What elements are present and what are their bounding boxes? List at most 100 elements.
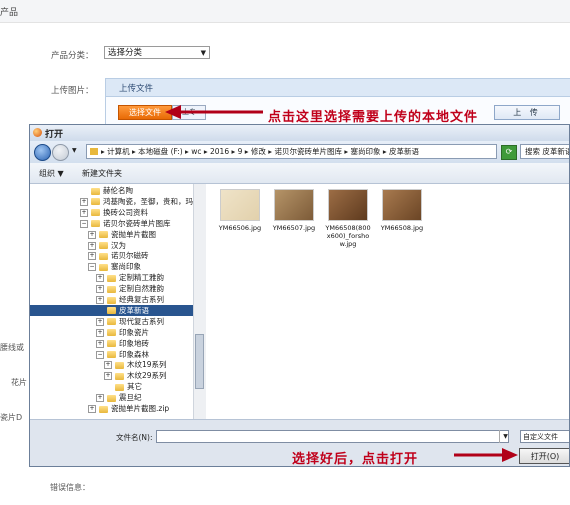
tree-item-label: 塞尚印象 — [111, 262, 141, 272]
new-folder-button[interactable]: 新建文件夹 — [82, 168, 122, 179]
folder-icon — [91, 209, 100, 217]
folder-icon — [115, 383, 124, 391]
expand-toggle-icon[interactable]: + — [96, 285, 104, 294]
tree-item[interactable]: + 瓷抛单片截图 — [88, 229, 156, 240]
tree-item[interactable]: 赫伦名陶 — [80, 185, 133, 196]
scrollbar-thumb[interactable] — [195, 334, 204, 389]
image-thumbnail — [382, 189, 422, 221]
back-icon[interactable] — [34, 144, 51, 161]
tree-item[interactable]: + 印象地砖 — [96, 338, 149, 349]
tree-item[interactable]: + 诺贝尔磁砖 — [88, 250, 149, 261]
expand-toggle-icon[interactable]: − — [80, 219, 88, 228]
folder-icon — [107, 274, 116, 282]
tree-item[interactable]: + 木纹19系列 — [104, 359, 167, 370]
folder-icon — [99, 263, 108, 271]
forward-icon[interactable] — [52, 144, 69, 161]
expand-toggle-icon[interactable]: + — [96, 339, 104, 348]
arrow-left-icon — [165, 105, 263, 119]
breadcrumb[interactable]: ▸ 计算机 ▸ 本地磁盘 (F:) ▸ wc ▸ 2016 ▸ 9 ▸ 修改 ▸… — [86, 144, 497, 159]
expand-toggle-icon[interactable]: + — [88, 230, 96, 239]
annotation-top: 点击这里选择需要上传的本地文件 — [268, 110, 479, 125]
folder-icon — [107, 394, 116, 402]
upload-label: 上传图片： — [51, 86, 94, 96]
tree-item-label: 木纹29系列 — [127, 371, 167, 381]
filename-dropdown-icon[interactable]: ▼ — [499, 430, 511, 443]
expand-toggle-icon[interactable]: + — [96, 317, 104, 326]
folder-icon — [115, 372, 124, 380]
filename-label: 文件名(N): — [116, 433, 153, 442]
folder-icon — [99, 252, 108, 260]
tree-item[interactable]: + 经典复古系列 — [96, 294, 164, 305]
expand-toggle-icon[interactable]: − — [88, 263, 96, 272]
expand-toggle-icon[interactable]: + — [88, 241, 96, 250]
tree-item-label: 赫伦名陶 — [103, 186, 133, 195]
tree-item[interactable]: + 木纹29系列 — [104, 370, 167, 381]
tree-scrollbar[interactable] — [193, 184, 206, 419]
image-thumbnail — [328, 189, 368, 221]
open-file-dialog: 打开 ▼ ▸ 计算机 ▸ 本地磁盘 (F:) ▸ wc ▸ 2016 ▸ 9 ▸… — [29, 124, 570, 467]
expand-toggle-icon[interactable]: + — [104, 372, 112, 381]
folder-icon — [99, 242, 108, 249]
tree-item[interactable]: + 换砖公司资料 — [80, 207, 148, 218]
tree-item[interactable]: + 汉为 — [88, 240, 126, 251]
tree-item[interactable]: + 瓷抛单片截图.zip — [88, 403, 169, 414]
search-input[interactable]: 搜索 皮革新语 — [520, 144, 569, 159]
dialog-titlebar: 打开 — [30, 125, 569, 141]
folder-tree: 赫伦名陶 + 鸿基陶瓷，圣御，贵和，玛 + 换砖公司资料 − 诺贝尔瓷砖单片图库 + 瓷抛单片截… — [30, 184, 205, 419]
folder-icon — [107, 318, 116, 326]
tree-item[interactable]: − 塞尚印象 — [88, 261, 141, 272]
tree-item[interactable]: + 鸿基陶瓷，圣御，贵和，玛 — [80, 196, 193, 207]
organize-button[interactable]: 组织 ▼ — [39, 168, 64, 179]
expand-toggle-icon[interactable]: + — [104, 361, 112, 370]
file-name: YM66508(800x600)_forshow.jpg — [325, 224, 371, 248]
tree-item-label: 经典复古系列 — [119, 295, 164, 304]
chrome-icon — [33, 128, 42, 137]
tree-item-label: 印象森林 — [119, 349, 149, 359]
refresh-icon[interactable]: ⟳ — [501, 145, 517, 160]
file-item[interactable]: YM66508(800x600)_forshow.jpg — [324, 189, 372, 248]
expand-toggle-icon[interactable]: + — [96, 394, 104, 403]
expand-toggle-icon[interactable]: − — [96, 350, 104, 359]
select-file-button[interactable]: 选择文件 — [118, 105, 172, 120]
dialog-title: 打开 — [45, 130, 64, 140]
upload-button[interactable]: 上 传 — [494, 105, 560, 120]
tree-item[interactable]: 其它 — [104, 381, 142, 392]
filename-input[interactable] — [156, 430, 509, 443]
tree-item[interactable]: + 现代复古系列 — [96, 316, 164, 327]
open-button[interactable]: 打开(O) — [519, 448, 569, 464]
error-label: 错误信息： — [50, 483, 90, 492]
tree-item-label: 定制精工雅韵 — [119, 273, 164, 283]
dialog-toolbar: 组织 ▼ 新建文件夹 — [30, 163, 569, 184]
file-item[interactable]: YM66506.jpg — [216, 189, 264, 232]
tree-item-label: 诺贝尔磁砖 — [111, 251, 149, 261]
expand-toggle-icon[interactable]: + — [88, 405, 96, 413]
tree-item-label: 皮革新语 — [119, 305, 149, 315]
tree-item[interactable]: + 印象瓷片 — [96, 327, 149, 338]
tree-item[interactable]: − 诺贝尔瓷砖单片图库 — [80, 218, 171, 229]
image-thumbnail — [220, 189, 260, 221]
file-item[interactable]: YM66508.jpg — [378, 189, 426, 232]
category-select[interactable]: 选择分类 ▼ — [104, 46, 210, 59]
file-name: YM66508.jpg — [380, 224, 424, 232]
tree-item-label: 汉为 — [111, 240, 126, 250]
expand-toggle-icon[interactable]: + — [88, 252, 96, 261]
chevron-down-icon: ▼ — [200, 49, 206, 57]
tree-item[interactable]: + 震旦纪 — [96, 392, 142, 403]
expand-toggle-icon[interactable]: + — [80, 208, 88, 217]
expand-toggle-icon[interactable]: + — [96, 328, 104, 337]
tree-item-selected[interactable]: 皮革新语 — [30, 304, 205, 316]
address-bar: ▼ ▸ 计算机 ▸ 本地磁盘 (F:) ▸ wc ▸ 2016 ▸ 9 ▸ 修改… — [30, 141, 569, 163]
folder-icon — [115, 361, 124, 369]
history-chevron-icon[interactable]: ▼ — [72, 147, 77, 154]
tree-item[interactable]: − 印象森林 — [96, 349, 149, 360]
expand-toggle-icon[interactable]: + — [96, 296, 104, 304]
file-item[interactable]: YM66507.jpg — [270, 189, 318, 232]
expand-toggle-icon[interactable]: + — [96, 274, 104, 283]
tree-item[interactable]: + 定制精工雅韵 — [96, 272, 164, 283]
filetype-select[interactable]: 自定义文件 — [520, 430, 569, 443]
dialog-bottom-bar: 文件名(N): ▼ 自定义文件 打开(O) 选择好后，点击打开 — [30, 419, 569, 466]
tree-item[interactable]: + 定制自然雅韵 — [96, 283, 164, 294]
expand-toggle-icon[interactable]: + — [80, 197, 88, 206]
folder-icon — [91, 198, 100, 206]
header-fragment: 产品 — [0, 8, 19, 18]
